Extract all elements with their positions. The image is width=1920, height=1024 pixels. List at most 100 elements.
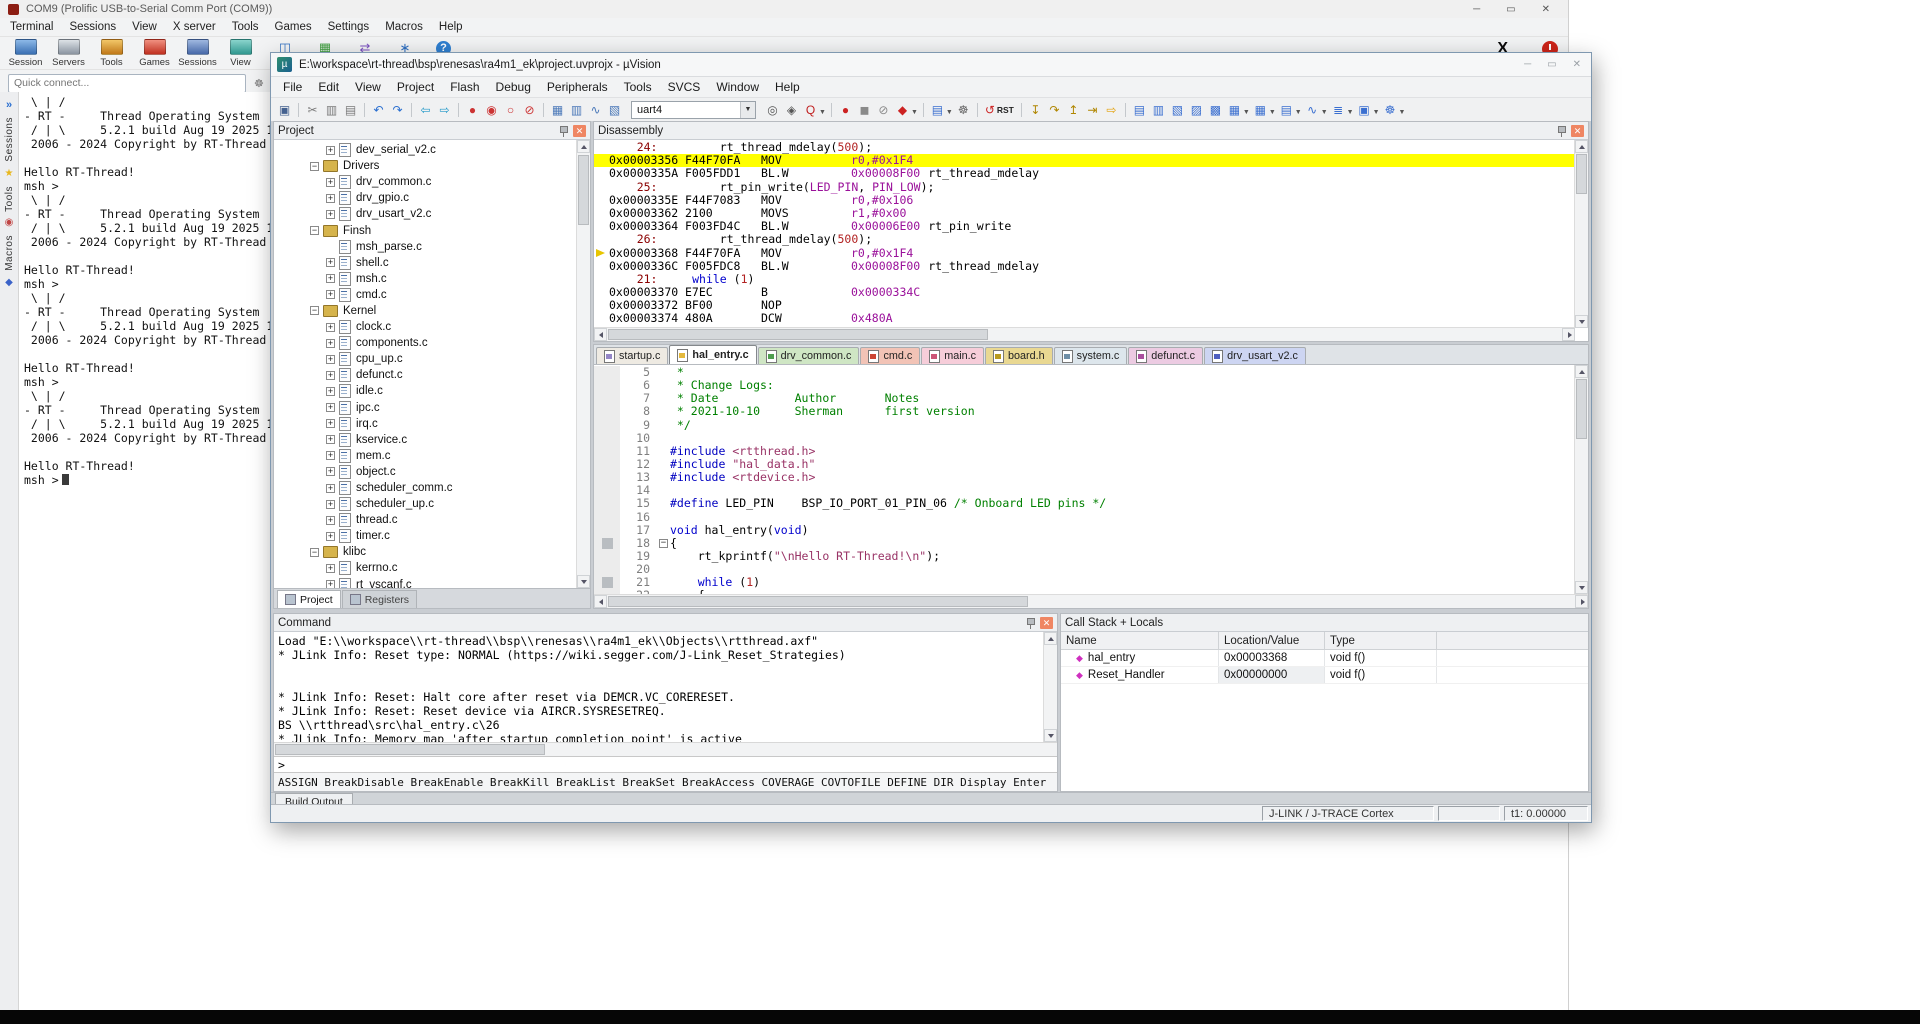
menu-debug[interactable]: Debug (488, 80, 539, 94)
pin-icon[interactable] (1025, 617, 1036, 629)
insert-breakpoint-icon[interactable]: ● (463, 101, 482, 119)
command-window-icon[interactable]: ▤ (1130, 101, 1149, 119)
chevron-down-icon[interactable]: ▼ (1269, 109, 1276, 116)
enable-breakpoint-icon[interactable]: ◉ (482, 101, 501, 119)
scroll-down-icon[interactable] (1575, 581, 1588, 594)
command-vscrollbar[interactable] (1043, 632, 1057, 742)
view-button[interactable]: View (219, 39, 262, 68)
target-select[interactable]: uart4 ▼ (631, 100, 756, 119)
scroll-up-icon[interactable] (1044, 632, 1057, 645)
tree-item-drv-usart-v2-c[interactable]: + drv_usart_v2.c (274, 206, 590, 222)
performance-icon[interactable]: ▧ (605, 101, 624, 119)
tree-item-kerrno-c[interactable]: + kerrno.c (274, 560, 590, 576)
expander-icon[interactable]: + (326, 499, 335, 509)
tree-item-drv-gpio-c[interactable]: + drv_gpio.c (274, 190, 590, 206)
tree-item-components-c[interactable]: + components.c (274, 335, 590, 351)
memory-icon[interactable]: ▥ (567, 101, 586, 119)
tree-item-cmd-c[interactable]: + cmd.c (274, 287, 590, 303)
maximize-icon[interactable]: ▭ (1547, 59, 1556, 70)
tree-item-rt-vscanf-c[interactable]: + rt_vscanf.c (274, 577, 590, 588)
system-viewer-icon[interactable]: ▣ (1355, 101, 1374, 119)
session-button[interactable]: Session (4, 39, 47, 68)
find-in-files-icon[interactable]: ◈ (782, 101, 801, 119)
column-header-type[interactable]: Type (1325, 632, 1437, 649)
tab-startup-c[interactable]: startup.c (596, 347, 669, 364)
no-trace-icon[interactable]: ⊘ (874, 101, 893, 119)
tree-item-scheduler-comm-c[interactable]: + scheduler_comm.c (274, 480, 590, 496)
quick-connect-input[interactable] (8, 73, 246, 93)
tab-defunct-c[interactable]: defunct.c (1128, 347, 1204, 364)
symbols-window-icon[interactable]: ▧ (1168, 101, 1187, 119)
menu-tools[interactable]: Tools (224, 21, 267, 33)
expander-icon[interactable]: + (326, 177, 335, 187)
command-input-line[interactable]: > (274, 756, 1057, 772)
logic-analyzer-icon[interactable]: ∿ (586, 101, 605, 119)
menu-project[interactable]: Project (389, 80, 442, 94)
expander-icon[interactable]: + (326, 483, 335, 493)
menu-flash[interactable]: Flash (442, 80, 487, 94)
chevron-down-icon[interactable]: ▼ (740, 101, 755, 118)
watch-icon[interactable]: ▦ (548, 101, 567, 119)
nav-back-icon[interactable]: ⇦ (416, 101, 435, 119)
scrollbar-thumb[interactable] (608, 329, 988, 340)
tree-item-ipc-c[interactable]: + ipc.c (274, 400, 590, 416)
tab-project[interactable]: Project (277, 590, 341, 608)
command-hscrollbar[interactable] (274, 742, 1057, 756)
tree-item-thread-c[interactable]: + thread.c (274, 512, 590, 528)
debug-window-icon[interactable]: ▤ (928, 101, 947, 119)
tree-item-drivers[interactable]: − Drivers (274, 158, 590, 174)
sessions-button[interactable]: Sessions (176, 39, 219, 68)
tree-item-shell-c[interactable]: + shell.c (274, 255, 590, 271)
expander-icon[interactable]: + (326, 515, 335, 525)
scrollbar-thumb[interactable] (578, 155, 589, 225)
scroll-right-icon[interactable] (1562, 328, 1575, 341)
mobaxterm-title-bar[interactable]: COM9 (Prolific USB-to-Serial Comm Port (… (0, 0, 1568, 18)
tree-item-mem-c[interactable]: + mem.c (274, 448, 590, 464)
chevron-down-icon[interactable]: ▼ (1295, 109, 1302, 116)
expander-icon[interactable]: + (326, 290, 335, 300)
configure-icon[interactable]: ☸ (954, 101, 973, 119)
menu-help[interactable]: Help (767, 80, 808, 94)
callstack-row[interactable]: ◆ hal_entry 0x00003368 void f() (1061, 650, 1588, 667)
sidebar-tab-macros[interactable]: Macros (4, 235, 15, 271)
column-header-location-value[interactable]: Location/Value (1219, 632, 1325, 649)
redo-icon[interactable]: ↷ (388, 101, 407, 119)
expander-icon[interactable]: + (326, 435, 335, 445)
expander-icon[interactable]: + (326, 580, 335, 588)
expand-sidebar-icon[interactable]: » (6, 100, 12, 111)
menu-view[interactable]: View (347, 80, 389, 94)
scrollbar-thumb[interactable] (1576, 154, 1587, 194)
menu-file[interactable]: File (275, 80, 310, 94)
maximize-icon[interactable]: ▭ (1506, 4, 1515, 15)
tab-system-c[interactable]: system.c (1053, 347, 1128, 364)
expander-icon[interactable]: + (326, 451, 335, 461)
coverage-icon[interactable]: ◆ (893, 101, 912, 119)
expander-icon[interactable]: + (326, 419, 335, 429)
pin-icon[interactable] (1556, 125, 1567, 137)
expander-icon[interactable]: − (310, 226, 319, 236)
expander-icon[interactable]: + (326, 386, 335, 396)
stop-icon[interactable]: ◼ (855, 101, 874, 119)
scroll-up-icon[interactable] (1575, 140, 1588, 153)
menu-help[interactable]: Help (431, 21, 471, 33)
scroll-left-icon[interactable] (594, 595, 607, 608)
save-icon[interactable]: ▣ (275, 101, 294, 119)
tree-item-msh-c[interactable]: + msh.c (274, 271, 590, 287)
tab-main-c[interactable]: main.c (921, 347, 985, 364)
undo-icon[interactable]: ↶ (369, 101, 388, 119)
cut-icon[interactable]: ✂ (303, 101, 322, 119)
expander-icon[interactable]: + (326, 338, 335, 348)
find-icon[interactable]: ◎ (763, 101, 782, 119)
tab-drv-common-c[interactable]: drv_common.c (757, 347, 860, 364)
tree-item-kservice-c[interactable]: + kservice.c (274, 432, 590, 448)
tab-hal-entry-c[interactable]: hal_entry.c (669, 345, 757, 364)
tree-item-msh-parse-c[interactable]: +msh_parse.c (274, 239, 590, 255)
scrollbar-thumb[interactable] (275, 744, 545, 755)
menu-window[interactable]: Window (708, 80, 767, 94)
tab-board-h[interactable]: board.h (985, 347, 1053, 364)
scroll-left-icon[interactable] (594, 328, 607, 341)
watch-window-icon[interactable]: ▦ (1225, 101, 1244, 119)
close-icon[interactable]: ✕ (573, 124, 586, 137)
analysis-window-icon[interactable]: ∿ (1303, 101, 1322, 119)
nav-forward-icon[interactable]: ⇨ (435, 101, 454, 119)
